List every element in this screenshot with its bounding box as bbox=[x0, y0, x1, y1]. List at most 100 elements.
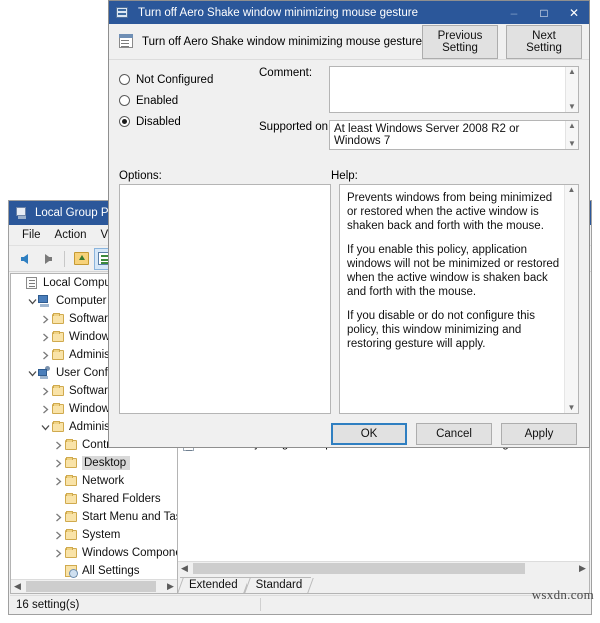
chevron-right-icon[interactable] bbox=[52, 549, 64, 558]
folder-icon bbox=[64, 438, 79, 452]
panel-labels: Options: Help: bbox=[109, 165, 589, 184]
comment-field-row: Comment: ▲ ▼ bbox=[259, 66, 579, 113]
forward-arrow-icon[interactable] bbox=[37, 248, 59, 270]
folder-up-icon[interactable] bbox=[70, 248, 92, 270]
comment-scroll-up-icon[interactable]: ▲ bbox=[568, 67, 576, 77]
tree-item[interactable]: Desktop bbox=[11, 454, 177, 472]
chevron-right-icon[interactable] bbox=[52, 459, 64, 468]
chevron-right-icon[interactable] bbox=[39, 351, 51, 360]
minimize-icon[interactable]: – bbox=[499, 1, 529, 24]
next-setting-button[interactable]: Next Setting bbox=[505, 24, 582, 59]
dialog-settings-area: Not Configured Enabled Disabled Comment: bbox=[109, 60, 589, 165]
folder-icon bbox=[51, 330, 66, 344]
tab-standard[interactable]: Standard bbox=[246, 577, 312, 593]
radio-disabled-control[interactable] bbox=[119, 116, 130, 127]
dialog-header: Turn off Aero Shake window minimizing mo… bbox=[109, 24, 589, 59]
tree-item-label: Start Menu and Taskbar bbox=[82, 511, 177, 523]
dialog-footer: OK Cancel Apply bbox=[109, 414, 589, 445]
ok-button[interactable]: OK bbox=[331, 423, 407, 445]
supported-scroll-down-icon[interactable]: ▼ bbox=[568, 139, 576, 149]
help-paragraph: If you disable or do not configure this … bbox=[347, 310, 535, 350]
chevron-right-icon[interactable] bbox=[52, 441, 64, 450]
folder-icon bbox=[64, 510, 79, 524]
help-panel[interactable]: Prevents windows from being minimized or… bbox=[339, 184, 579, 414]
options-label: Options: bbox=[119, 170, 162, 182]
chevron-right-icon[interactable] bbox=[52, 531, 64, 540]
chevron-down-icon[interactable] bbox=[26, 369, 38, 378]
tree-item-label: System bbox=[82, 529, 121, 541]
scroll-left-icon[interactable]: ◀ bbox=[11, 580, 24, 593]
supported-scroll-up-icon[interactable]: ▲ bbox=[568, 121, 576, 131]
tree-horizontal-scrollbar[interactable]: ◀ ▶ bbox=[11, 579, 177, 593]
apply-button[interactable]: Apply bbox=[501, 423, 577, 445]
chevron-down-icon[interactable] bbox=[26, 297, 38, 306]
maximize-icon[interactable]: □ bbox=[529, 1, 559, 24]
supported-field-row: Supported on: At least Windows Server 20… bbox=[259, 120, 579, 150]
toolbar-divider bbox=[64, 250, 65, 267]
tree-item[interactable]: Windows Components bbox=[11, 544, 177, 562]
supported-on-value: At least Windows Server 2008 R2 or Windo… bbox=[329, 120, 579, 150]
help-label: Help: bbox=[331, 170, 358, 182]
dialog-title-bar[interactable]: Turn off Aero Shake window minimizing mo… bbox=[109, 1, 589, 24]
tree-item[interactable]: Network bbox=[11, 472, 177, 490]
user-icon bbox=[38, 366, 53, 380]
scroll-right-icon[interactable]: ▶ bbox=[164, 580, 177, 593]
list-scroll-track[interactable] bbox=[191, 562, 576, 575]
folder-icon bbox=[64, 528, 79, 542]
chevron-right-icon[interactable] bbox=[39, 315, 51, 324]
folder-icon bbox=[51, 348, 66, 362]
chevron-right-icon[interactable] bbox=[39, 387, 51, 396]
folder-icon bbox=[51, 420, 66, 434]
tree-scroll-thumb[interactable] bbox=[26, 581, 156, 592]
radio-enabled-label: Enabled bbox=[136, 94, 179, 107]
comment-scrollbar[interactable]: ▲ ▼ bbox=[565, 67, 578, 112]
comment-label: Comment: bbox=[259, 67, 313, 79]
tree-item[interactable]: Shared Folders bbox=[11, 490, 177, 508]
chevron-right-icon[interactable] bbox=[39, 405, 51, 414]
dialog-title: Turn off Aero Shake window minimizing mo… bbox=[138, 6, 418, 19]
tree-item[interactable]: Start Menu and Taskbar bbox=[11, 508, 177, 526]
radio-enabled[interactable]: Enabled bbox=[119, 90, 259, 111]
help-scroll-down-icon[interactable]: ▼ bbox=[568, 403, 576, 413]
radio-enabled-control[interactable] bbox=[119, 95, 130, 106]
previous-setting-button[interactable]: Previous Setting bbox=[421, 24, 498, 59]
comment-scroll-down-icon[interactable]: ▼ bbox=[568, 102, 576, 112]
tree-scroll-track[interactable] bbox=[24, 580, 164, 593]
help-paragraph: Prevents windows from being minimized or… bbox=[347, 192, 553, 232]
cancel-button[interactable]: Cancel bbox=[416, 423, 492, 445]
comment-input[interactable]: ▲ ▼ bbox=[329, 66, 579, 113]
radio-disabled[interactable]: Disabled bbox=[119, 111, 259, 132]
tree-item[interactable]: System bbox=[11, 526, 177, 544]
tree-item-label: Network bbox=[82, 475, 125, 487]
list-scroll-thumb[interactable] bbox=[193, 563, 525, 574]
tree-item[interactable]: All Settings bbox=[11, 562, 177, 579]
menu-file[interactable]: File bbox=[15, 227, 48, 243]
all-settings-icon bbox=[64, 564, 79, 578]
help-scrollbar[interactable]: ▲ ▼ bbox=[564, 185, 578, 413]
menu-action[interactable]: Action bbox=[48, 227, 94, 243]
tree-item-label: Windows Components bbox=[82, 547, 177, 559]
list-scroll-right-icon[interactable]: ▶ bbox=[576, 562, 589, 575]
setting-icon bbox=[119, 34, 135, 49]
back-arrow-icon[interactable] bbox=[13, 248, 35, 270]
state-radio-group: Not Configured Enabled Disabled bbox=[119, 66, 259, 165]
chevron-down-icon[interactable] bbox=[39, 423, 51, 432]
list-scroll-left-icon[interactable]: ◀ bbox=[178, 562, 191, 575]
chevron-right-icon[interactable] bbox=[52, 477, 64, 486]
tab-extended[interactable]: Extended bbox=[180, 577, 247, 593]
help-scroll-up-icon[interactable]: ▲ bbox=[568, 185, 576, 195]
close-icon[interactable]: ✕ bbox=[559, 1, 589, 24]
chevron-right-icon[interactable] bbox=[39, 333, 51, 342]
console-root-icon bbox=[25, 276, 40, 290]
supported-scrollbar[interactable]: ▲ ▼ bbox=[565, 121, 578, 149]
radio-not-configured-control[interactable] bbox=[119, 74, 130, 85]
list-horizontal-scrollbar[interactable]: ◀ ▶ bbox=[178, 561, 589, 575]
chevron-right-icon[interactable] bbox=[52, 513, 64, 522]
radio-not-configured[interactable]: Not Configured bbox=[119, 69, 259, 90]
radio-not-configured-label: Not Configured bbox=[136, 73, 214, 86]
options-panel[interactable] bbox=[119, 184, 331, 414]
folder-icon bbox=[51, 312, 66, 326]
computer-icon bbox=[38, 294, 53, 308]
gpe-status-bar: 16 setting(s) bbox=[10, 595, 590, 613]
console-icon bbox=[15, 206, 29, 220]
